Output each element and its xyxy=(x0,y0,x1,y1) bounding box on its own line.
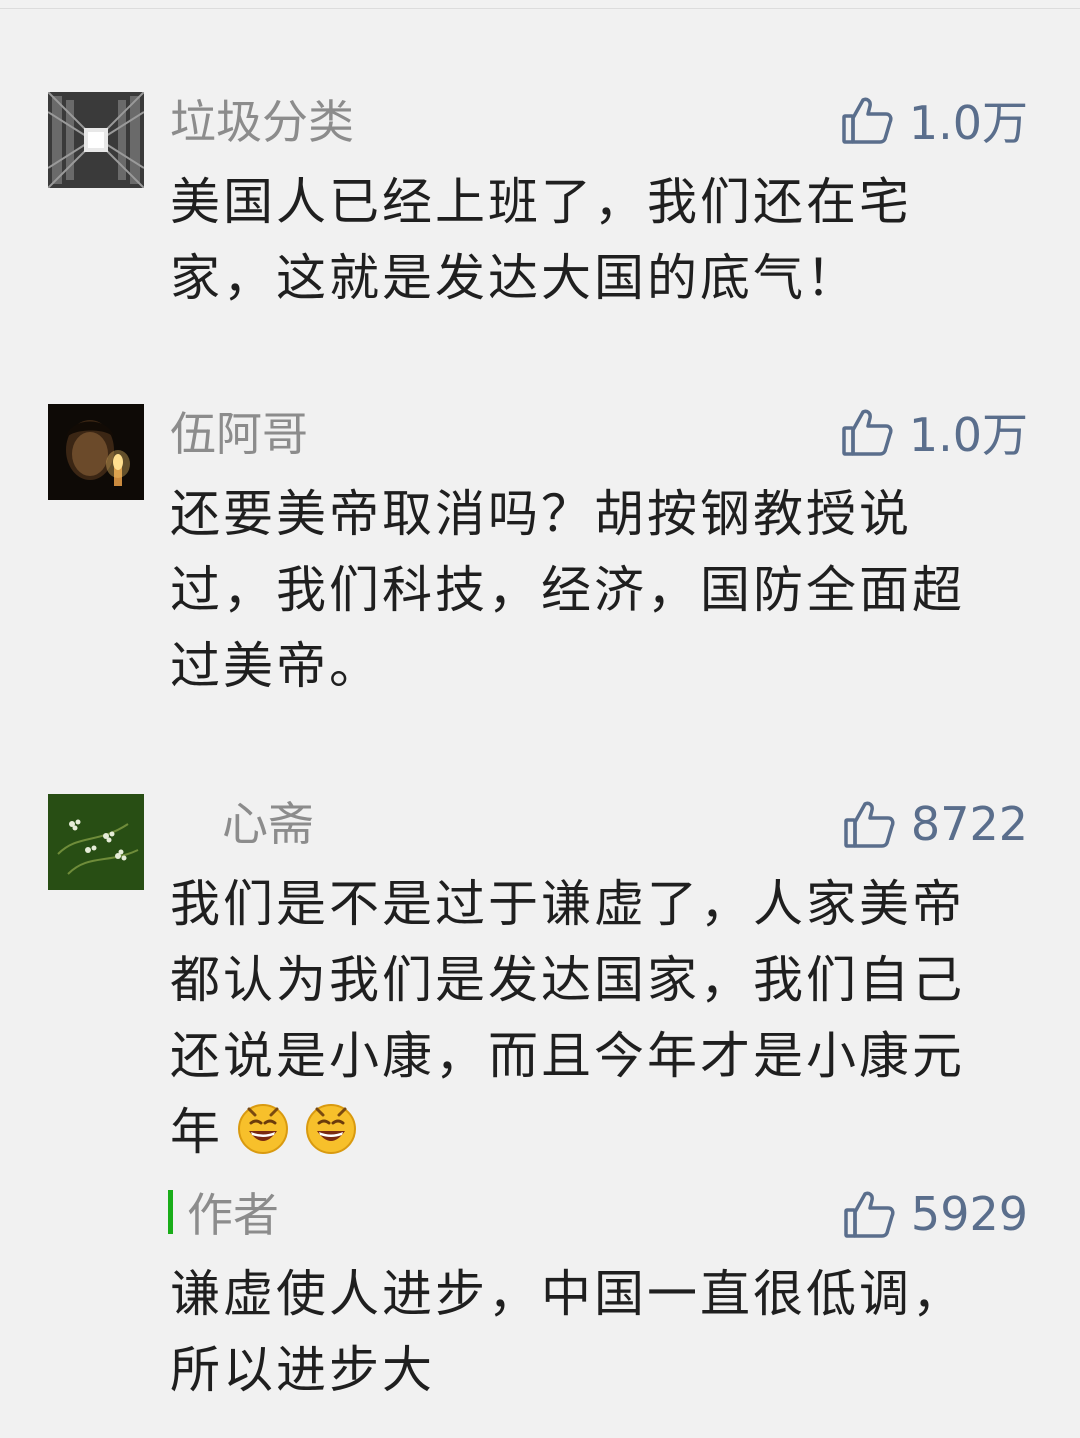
avatar[interactable] xyxy=(48,92,144,188)
thumbs-up-icon xyxy=(843,1188,895,1240)
like-button[interactable]: 1.0万 xyxy=(841,404,1028,462)
grinning-face-icon xyxy=(303,1099,359,1155)
comment-nickname[interactable]: 垃圾分类 xyxy=(170,94,354,150)
reply-text: 谦虚使人进步，中国一直很低调，所以进步大 xyxy=(170,1265,965,1399)
like-button[interactable]: 1.0万 xyxy=(841,92,1028,150)
thumbs-up-icon xyxy=(841,94,893,146)
comment-text: 美国人已经上班了，我们还在宅家，这就是发达大国的底气！ xyxy=(170,173,912,307)
comment-nickname[interactable]: 心斋 xyxy=(222,796,314,852)
comment-text: 我们是不是过于谦虚了，人家美帝都认为我们是发达国家，我们自己还说是小康，而且今年… xyxy=(170,866,1010,1170)
thumbs-up-icon xyxy=(841,406,893,458)
avatar[interactable] xyxy=(48,404,144,500)
comment-text: 还要美帝取消吗？胡按钢教授说过，我们科技，经济，国防全面超过美帝。 xyxy=(170,485,965,695)
like-count: 5929 xyxy=(910,1187,1028,1241)
top-divider xyxy=(0,8,1080,9)
reply-author-label: 作者 xyxy=(187,1188,279,1242)
like-count: 1.0万 xyxy=(908,408,1028,462)
reply-author: 作者 xyxy=(168,1184,279,1242)
avatar[interactable] xyxy=(48,794,144,890)
like-count: 8722 xyxy=(910,797,1028,851)
author-indicator-bar xyxy=(168,1190,173,1234)
thumbs-up-icon xyxy=(843,798,895,850)
grinning-face-icon xyxy=(235,1099,291,1155)
like-button[interactable]: 8722 xyxy=(843,796,1028,852)
comment-nickname[interactable]: 伍阿哥 xyxy=(170,406,308,462)
like-button[interactable]: 5929 xyxy=(843,1186,1028,1242)
like-count: 1.0万 xyxy=(908,96,1028,150)
